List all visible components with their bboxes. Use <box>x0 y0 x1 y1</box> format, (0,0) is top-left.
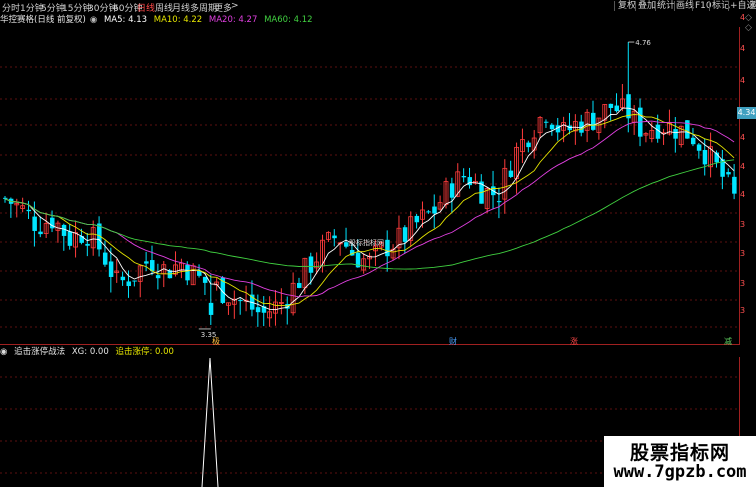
candle-body <box>132 280 137 282</box>
divider <box>728 1 729 11</box>
divider <box>709 1 710 11</box>
candle-body <box>255 307 261 313</box>
stock-name[interactable]: 华控赛格(日线 前复权) <box>0 15 86 25</box>
candle-body <box>150 260 155 271</box>
overlay-button[interactable]: 叠加 <box>638 0 656 12</box>
candle-body <box>61 224 67 236</box>
high-label: 4.76 <box>635 39 651 47</box>
candle-body <box>567 125 572 131</box>
candle-body <box>526 142 531 148</box>
candle-body <box>85 243 90 246</box>
candle-body <box>591 112 596 130</box>
divider <box>635 1 636 11</box>
candle-body <box>426 211 431 213</box>
ma10-value: MA10: 4.22 <box>153 15 203 25</box>
candle-body <box>102 252 108 265</box>
y-tick: 4 <box>740 133 746 142</box>
ma20-value: MA20: 4.27 <box>208 15 258 25</box>
candle-body <box>185 264 190 281</box>
candle-body <box>402 227 408 242</box>
current-price-tag: 4.34 <box>737 107 756 119</box>
ma60-value: MA60: 4.12 <box>264 15 313 25</box>
candle-body <box>26 209 32 212</box>
candle-body <box>449 183 455 198</box>
y-tick: 3 <box>740 279 746 288</box>
candle-body <box>344 242 349 247</box>
candle-body <box>608 103 614 108</box>
watermark-title: 股票指标网 <box>629 442 730 464</box>
candle-body <box>726 172 731 175</box>
divider <box>655 1 656 11</box>
divider <box>692 1 693 11</box>
kline-chart[interactable]: 4.763.35 <box>0 27 740 345</box>
y-tick: 3 <box>740 220 746 229</box>
back-button[interactable]: 返 <box>750 0 756 12</box>
candle-body <box>144 261 149 264</box>
candle-body <box>38 231 43 235</box>
candle-body <box>202 276 208 283</box>
indicator-icon[interactable]: ◉ <box>0 347 7 357</box>
ma10-line <box>4 114 735 307</box>
y-tick: 4 <box>740 76 746 85</box>
candle-body <box>385 239 390 257</box>
divider <box>614 1 615 11</box>
indicator-bar: ◉ 追击涨停战法 XG: 0.00 追击涨停: 0.00 <box>0 345 740 357</box>
candle-body <box>432 206 437 214</box>
candle-body <box>67 231 73 246</box>
candle-body <box>108 261 114 277</box>
ma-info-bar: 华控赛格(日线 前复权) ◉ MA5: 4.13 MA10: 4.22 MA20:… <box>0 13 740 27</box>
y-tick: 4 <box>740 190 746 199</box>
candle-body <box>696 144 702 151</box>
period-toolbar: 分时 1分钟 5分钟 15分钟 30分钟 60分钟 日线 周线 月线 多周期 更… <box>0 0 756 14</box>
ma5-value: MA5: 4.13 <box>103 15 148 25</box>
candle-body <box>614 105 620 112</box>
candle-body <box>549 124 555 130</box>
y-tick: 3 <box>740 249 746 258</box>
y-tick: 4 <box>740 44 746 53</box>
y-tick: 4 <box>740 162 746 171</box>
candle-body <box>308 256 314 273</box>
candle-body <box>238 300 243 302</box>
candle-body <box>332 235 337 239</box>
site-watermark: 股票指标网 www.7gpzb.com <box>604 436 756 487</box>
candle-body <box>414 215 420 223</box>
signal-spike <box>201 357 219 487</box>
divider <box>674 1 675 11</box>
candle-body <box>32 216 37 231</box>
candle-body <box>461 175 467 178</box>
more-arrow-icon[interactable]: > <box>231 1 239 11</box>
xg-value: XG: 0.00 <box>71 347 109 357</box>
candle-body <box>702 149 708 165</box>
ma20-line <box>4 120 735 298</box>
candle-body <box>208 302 214 315</box>
candle-body <box>120 276 126 281</box>
candle-body <box>673 129 678 139</box>
y-tick: 3 <box>740 306 746 315</box>
zjzt-value: 追击涨停: 0.00 <box>115 347 174 357</box>
restore-button[interactable]: 复权 <box>618 0 636 12</box>
candle-body <box>496 201 502 203</box>
candle-body <box>626 94 631 119</box>
stats-button[interactable]: 统计 <box>657 0 675 12</box>
chart-watermark-text: 股标指标网 <box>349 239 384 247</box>
ma5-line <box>4 107 735 311</box>
settings-icon[interactable]: ◉ <box>90 15 97 25</box>
candle-body <box>508 170 514 177</box>
candle-body <box>297 282 302 288</box>
y-tick: 4 <box>740 13 746 22</box>
candle-body <box>732 176 737 194</box>
candle-body <box>543 121 549 123</box>
watermark-url: www.7gpzb.com <box>613 462 747 482</box>
candle-body <box>155 275 161 279</box>
indicator-name[interactable]: 追击涨停战法 <box>14 347 65 357</box>
candle-body <box>126 281 131 287</box>
candle-body <box>690 137 696 145</box>
